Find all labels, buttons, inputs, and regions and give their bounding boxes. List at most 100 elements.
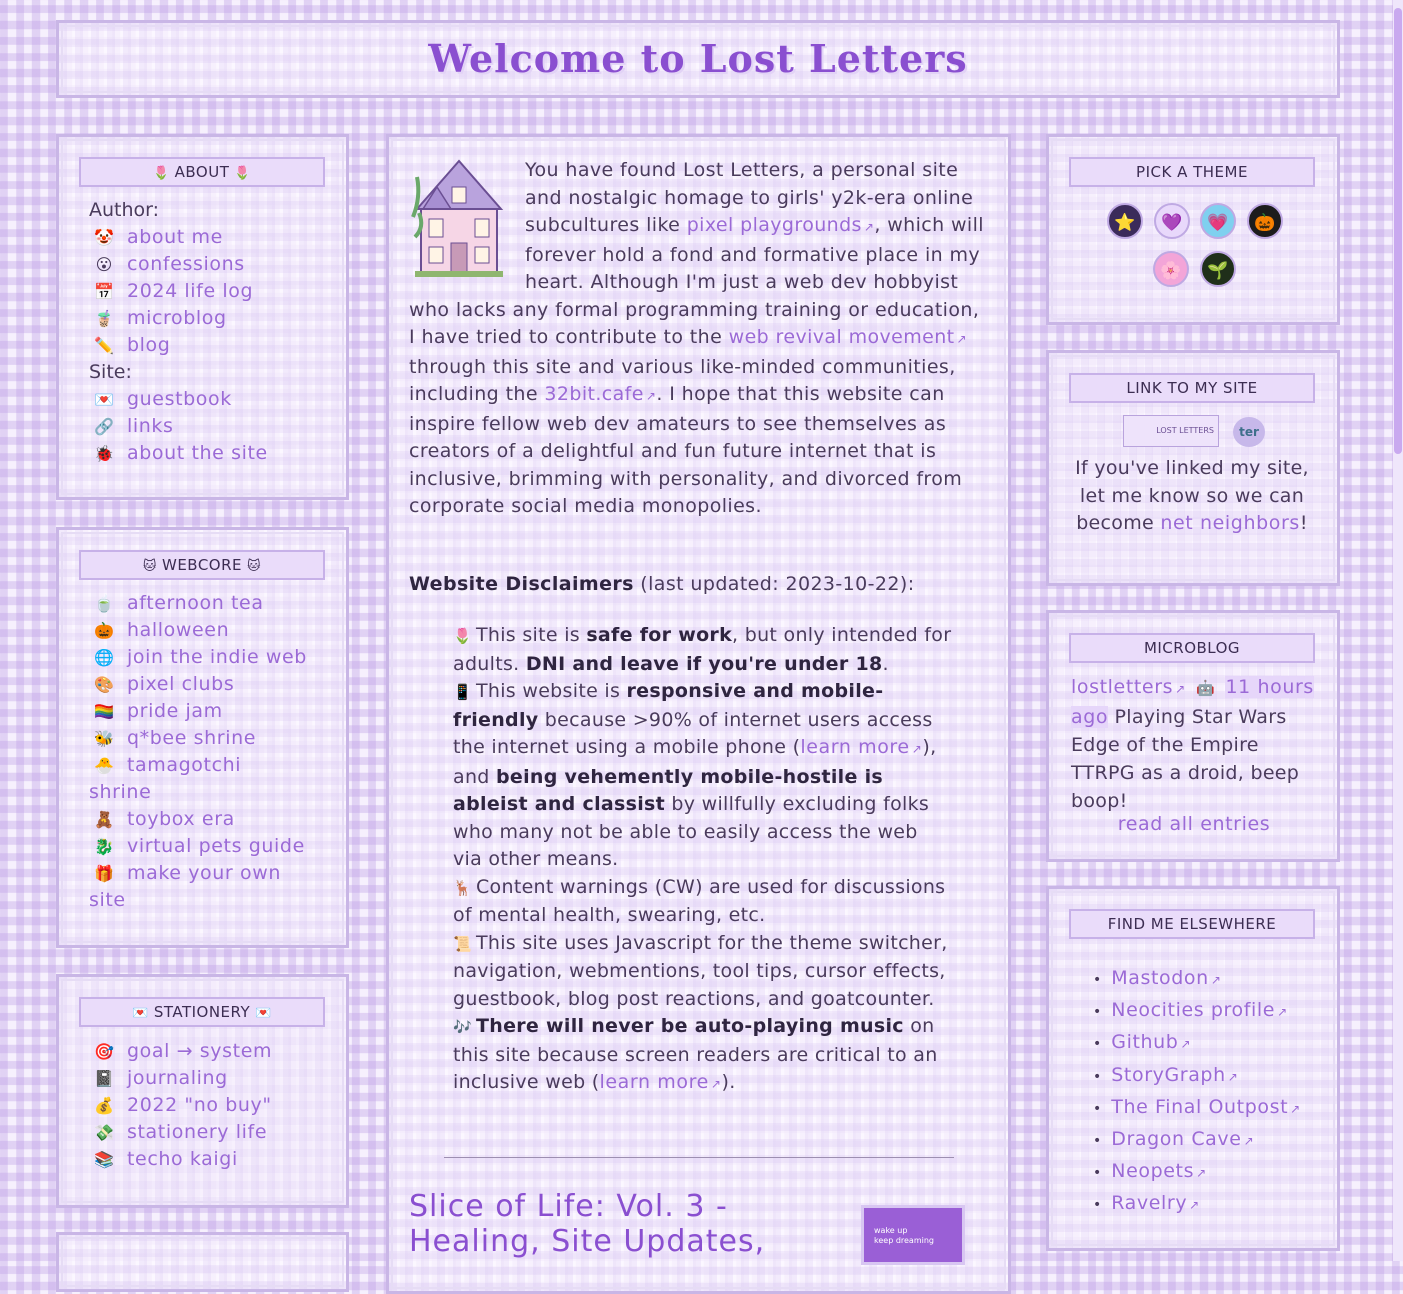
nav-item[interactable]: 🎁 make your own xyxy=(89,860,338,887)
nav-item[interactable]: 📅 2024 life log xyxy=(89,278,338,305)
nav-item[interactable]: 🏳️‍🌈 pride jam xyxy=(89,698,338,725)
nav-item-label: q*bee shrine xyxy=(127,727,257,749)
nav-item[interactable]: 🤡 about me xyxy=(89,224,338,251)
nav-item-label: techo kaigi xyxy=(127,1148,238,1170)
main-content: You have found Lost Letters, a personal … xyxy=(386,134,1011,1294)
robot-icon: 🤖 xyxy=(1196,679,1216,697)
web-revival-link[interactable]: web revival movement ↗ xyxy=(729,326,967,348)
teacup-icon: 🍵 xyxy=(94,594,114,613)
nav-item-label: tamagotchi xyxy=(127,754,242,776)
elsewhere-link[interactable]: The Final Outpost xyxy=(1111,1096,1288,1118)
star-theme-icon[interactable]: ⭐ xyxy=(1107,203,1143,239)
elsewhere-link[interactable]: Github xyxy=(1111,1031,1178,1053)
badge-line-2: keep dreaming xyxy=(874,1236,934,1245)
nav-item[interactable]: 🧋 microblog xyxy=(89,305,338,332)
envelope-icon: 💌 xyxy=(132,1006,149,1021)
pixel-playgrounds-link[interactable]: pixel playgrounds ↗ xyxy=(687,214,875,236)
calendar-icon: 📅 xyxy=(94,282,114,301)
author-links: 🤡 about me 😮 confessions 📅 2024 life log 🧋 micr… xyxy=(89,224,338,359)
purple-heart-theme-icon[interactable]: 💜 xyxy=(1154,203,1190,239)
script-icon: 📜 xyxy=(453,934,472,953)
32bit-cafe-link[interactable]: 32bit.cafe ↗ xyxy=(544,383,656,405)
nav-item[interactable]: 💌 guestbook xyxy=(89,386,338,413)
nav-item[interactable]: ✏️ blog xyxy=(89,332,338,359)
pumpkin-icon: 🎃 xyxy=(94,621,114,640)
external-link-icon: ↗ xyxy=(1180,1037,1191,1052)
elsewhere-list: Mastodon↗Neocities profile↗Github↗StoryG… xyxy=(1093,963,1300,1221)
nav-item[interactable]: 🐣 tamagotchi xyxy=(89,752,338,779)
sprout-theme-icon[interactable]: 🌱 xyxy=(1200,251,1236,287)
nav-item[interactable]: 🔗 links xyxy=(89,413,338,440)
nav-item-label-continued[interactable]: site xyxy=(89,887,338,914)
pumpkin-theme-icon[interactable]: 🎃 xyxy=(1247,203,1283,239)
microblog-user-link[interactable]: lostletters ↗ xyxy=(1071,676,1186,698)
32bit-cafe-label: 32bit.cafe xyxy=(544,383,644,405)
nav-item[interactable]: 🐝 q*bee shrine xyxy=(89,725,338,752)
link-to-site-panel: LINK TO MY SITE LOST LETTERS ter If you'… xyxy=(1046,350,1340,586)
scrollbar[interactable] xyxy=(1393,0,1403,1261)
learn-more-link[interactable]: learn more ↗ xyxy=(800,736,922,758)
external-link-icon: ↗ xyxy=(710,1077,722,1091)
link-to-site-text-b: ! xyxy=(1299,512,1308,534)
theme-panel: PICK A THEME ⭐ 💜 💗 🎃 🌸 🌱 xyxy=(1046,134,1340,325)
nav-item[interactable]: 🎨 pixel clubs xyxy=(89,671,338,698)
nav-item[interactable]: 🐉 virtual pets guide xyxy=(89,833,338,860)
elsewhere-link[interactable]: Neopets xyxy=(1111,1160,1194,1182)
net-neighbors-link[interactable]: net neighbors xyxy=(1160,512,1300,534)
tulip-icon: 🌷 xyxy=(234,166,252,181)
dragon-icon: 🐉 xyxy=(94,837,114,856)
bug-icon: 🐞 xyxy=(94,444,114,463)
scrollbar-thumb[interactable] xyxy=(1394,8,1402,454)
nav-item-label: guestbook xyxy=(127,388,232,410)
theme-header: PICK A THEME xyxy=(1069,157,1315,187)
nav-item[interactable]: 🌐 join the indie web xyxy=(89,644,338,671)
d1-text-d: . xyxy=(882,652,889,675)
post-title[interactable]: Slice of Life: Vol. 3 - Healing, Site Up… xyxy=(409,1189,829,1259)
target-icon: 🎯 xyxy=(94,1042,114,1061)
about-header-label: ABOUT xyxy=(174,163,230,181)
elsewhere-item: Neopets↗ xyxy=(1093,1156,1300,1188)
nav-item-label: afternoon tea xyxy=(127,592,264,614)
site-banner: Welcome to Lost Letters xyxy=(56,20,1340,98)
elsewhere-link[interactable]: Neocities profile xyxy=(1111,999,1275,1021)
author-label: Author: xyxy=(89,199,160,221)
external-link-icon: ↗ xyxy=(1277,1005,1288,1020)
site-button-88x31[interactable]: LOST LETTERS xyxy=(1123,415,1219,447)
nav-item[interactable]: 🎃 halloween xyxy=(89,617,338,644)
microblog-header: MICROBLOG xyxy=(1069,633,1315,663)
elsewhere-link[interactable]: Dragon Cave xyxy=(1111,1128,1241,1150)
external-link-icon: ↗ xyxy=(1227,1069,1238,1084)
bee-icon: 🐝 xyxy=(94,729,114,748)
nav-item-label-continued[interactable]: shrine xyxy=(89,779,338,806)
external-link-icon: ↗ xyxy=(1175,682,1186,696)
stationery-header: 💌 STATIONERY 💌 xyxy=(79,997,325,1027)
heart-theme-icon[interactable]: 💗 xyxy=(1200,203,1236,239)
external-link-icon: ↗ xyxy=(1189,1198,1200,1213)
nav-item[interactable]: 📚 techo kaigi xyxy=(89,1146,338,1173)
nav-item[interactable]: 🐞 about the site xyxy=(89,440,338,467)
nav-item[interactable]: 🧸 toybox era xyxy=(89,806,338,833)
nav-item[interactable]: 😮 confessions xyxy=(89,251,338,278)
elsewhere-link[interactable]: StoryGraph xyxy=(1111,1064,1225,1086)
disclaimers-title: Website Disclaimers xyxy=(409,573,634,595)
elsewhere-item: The Final Outpost↗ xyxy=(1093,1092,1300,1124)
read-all-entries-link[interactable]: read all entries xyxy=(1069,813,1319,835)
flower-theme-icon[interactable]: 🌸 xyxy=(1153,251,1189,287)
nav-item[interactable]: 💸 stationery life xyxy=(89,1119,338,1146)
elsewhere-link[interactable]: Ravelry xyxy=(1111,1192,1187,1214)
learn-more-link-2[interactable]: learn more ↗ xyxy=(599,1071,721,1093)
victorian-house-image xyxy=(409,157,509,281)
nav-item[interactable]: 📓 journaling xyxy=(89,1065,338,1092)
nav-item[interactable]: 🎯 goal → system xyxy=(89,1038,338,1065)
nav-item-label: journaling xyxy=(127,1067,228,1089)
elsewhere-link[interactable]: Mastodon xyxy=(1111,967,1209,989)
nav-item-label: blog xyxy=(127,334,171,356)
nav-item[interactable]: 🍵 afternoon tea xyxy=(89,590,338,617)
nav-item[interactable]: 💰 2022 "no buy" xyxy=(89,1092,338,1119)
d3-text: Content warnings (CW) are used for discu… xyxy=(453,875,946,927)
nav-item-label: pixel clubs xyxy=(127,673,235,695)
about-panel: 🌷 ABOUT 🌷 Author: 🤡 about me 😮 confessions 📅 20… xyxy=(56,134,349,500)
small-site-button[interactable]: ter xyxy=(1233,417,1265,447)
elsewhere-item: Ravelry↗ xyxy=(1093,1188,1300,1220)
pencil-icon: ✏️ xyxy=(94,336,114,355)
